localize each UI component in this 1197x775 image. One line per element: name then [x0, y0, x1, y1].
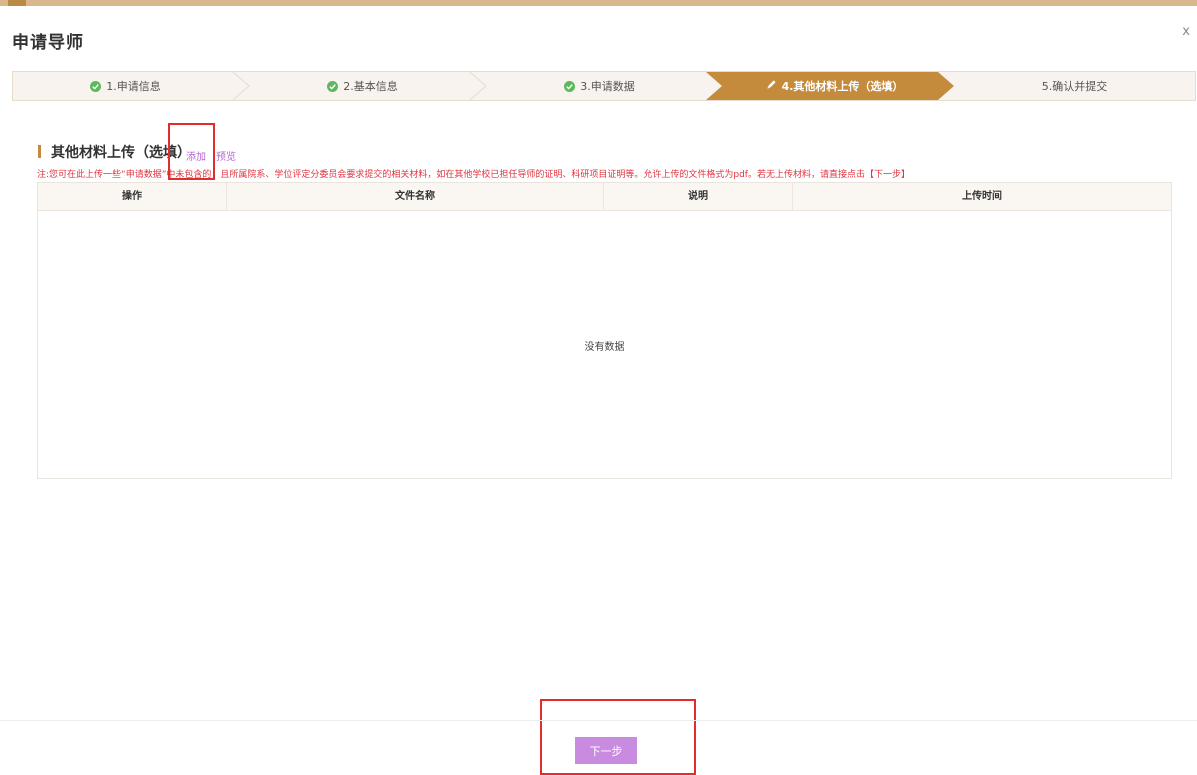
column-header-filename: 文件名称 [227, 183, 604, 210]
preview-link[interactable]: 预览 [216, 148, 236, 163]
top-accent-bar-left [8, 0, 26, 6]
pencil-icon [766, 79, 777, 93]
step-label: 3.申请数据 [580, 80, 635, 93]
empty-table-message: 没有数据 [584, 342, 625, 353]
step-other-materials[interactable]: 4.其他材料上传（选填） [722, 72, 947, 100]
materials-table: 操作 文件名称 说明 上传时间 没有数据 [37, 182, 1172, 479]
top-accent-bar [0, 0, 1197, 6]
step-progress-bar: 1.申请信息 2.基本信息 3.申请数据 4.其他材料上传（选填） 5.确认并提… [12, 71, 1196, 101]
footer-divider [0, 720, 1197, 721]
step-confirm-submit[interactable]: 5.确认并提交 [954, 72, 1195, 100]
step-label: 1.申请信息 [106, 80, 161, 93]
step-label: 2.基本信息 [343, 80, 398, 93]
step-label: 4.其他材料上传（选填） [781, 80, 904, 93]
highlight-box-add-link [168, 123, 215, 180]
close-button[interactable]: x [1182, 24, 1190, 39]
check-circle-icon [90, 80, 102, 92]
step-basic-info[interactable]: 2.基本信息 [250, 72, 475, 100]
section-accent-bar [38, 145, 41, 158]
check-circle-icon [564, 80, 576, 92]
column-header-upload-time: 上传时间 [962, 191, 1002, 202]
table-header: 操作 文件名称 说明 上传时间 [38, 183, 1171, 211]
step-application-data[interactable]: 3.申请数据 [487, 72, 712, 100]
dialog-title: 申请导师 [12, 33, 84, 53]
step-label: 5.确认并提交 [1041, 80, 1108, 93]
column-header-description: 说明 [604, 183, 793, 210]
next-step-button[interactable]: 下一步 [575, 737, 637, 764]
step-application-info[interactable]: 1.申请信息 [13, 72, 238, 100]
column-header-operation: 操作 [38, 183, 227, 210]
check-circle-icon [327, 80, 339, 92]
